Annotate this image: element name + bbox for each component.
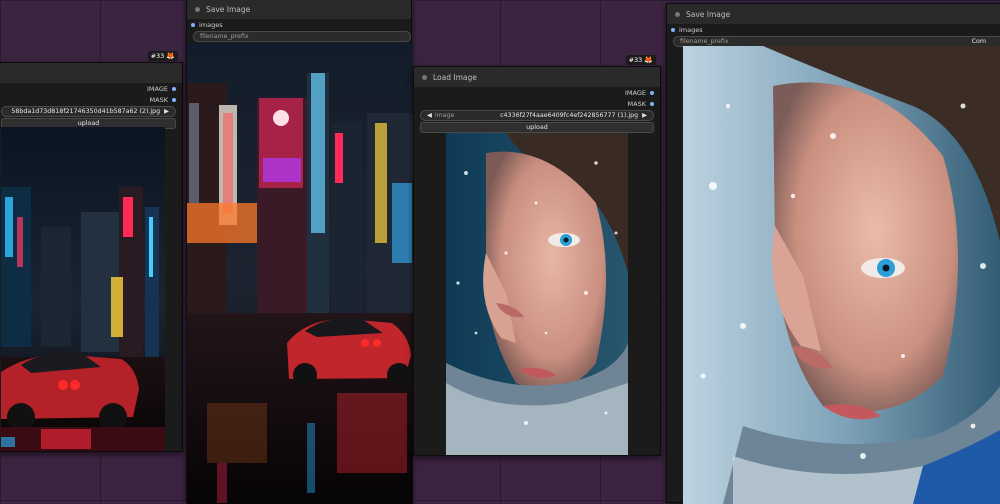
node-title-bar[interactable]: Save Image	[187, 0, 411, 19]
node-title: Save Image	[206, 4, 251, 14]
output-image-slot[interactable]: IMAGE	[414, 87, 660, 98]
load-image-node-1[interactable]: IMAGE MASK 58bda1d73d818f21746350d41b587…	[0, 51, 183, 452]
node-badge: #33 🦊	[147, 51, 178, 61]
portrait-image-output	[683, 46, 1000, 504]
fox-icon: 🦊	[166, 52, 175, 60]
image-filename-combo[interactable]: ◀ image c4336f27f4aae6409fc4ef242856777 …	[420, 110, 654, 121]
node-title-bar[interactable]: Save Image	[667, 4, 1000, 24]
input-images-slot[interactable]: images	[667, 24, 1000, 35]
slot-dot-icon	[650, 90, 654, 95]
node-badge: #33 🦊	[625, 55, 656, 65]
node-title-bar[interactable]: Load Image	[414, 67, 660, 87]
image-filename-combo[interactable]: 58bda1d73d818f21746350d41b587a62 (2).jpg…	[1, 106, 176, 117]
arrow-left-icon[interactable]: ◀	[427, 112, 432, 119]
output-mask-label: MASK	[149, 95, 168, 104]
image-filename-value: c4336f27f4aae6409fc4ef242856777 (1).jpg	[500, 112, 639, 119]
input-images-label: images	[199, 20, 223, 29]
node-title: Save Image	[686, 9, 731, 19]
output-mask-slot[interactable]: MASK	[414, 98, 660, 109]
slot-dot-icon	[172, 86, 176, 91]
input-images-label: images	[679, 25, 703, 34]
image-filename-value: 58bda1d73d818f21746350d41b587a62 (2).jpg	[11, 108, 161, 115]
collapse-dot-icon[interactable]	[675, 11, 680, 17]
filename-prefix-label: filename_prefix	[680, 38, 729, 45]
save-image-node-2[interactable]: Save Image images filename_prefix Com	[666, 3, 1000, 504]
output-mask-label: MASK	[627, 99, 646, 108]
collapse-dot-icon[interactable]	[422, 74, 427, 80]
output-mask-slot[interactable]: MASK	[0, 94, 182, 105]
output-image-slot[interactable]: IMAGE	[0, 83, 182, 94]
arrow-right-icon[interactable]: ▶	[164, 108, 169, 115]
node-id-label: #33	[628, 56, 643, 64]
arrow-right-icon[interactable]: ▶	[642, 112, 647, 119]
slot-dot-icon	[671, 27, 675, 32]
car-image-output	[187, 43, 413, 504]
node-title-bar[interactable]	[0, 63, 182, 83]
fox-icon: 🦊	[644, 56, 653, 64]
load-image-node-2[interactable]: Load Image IMAGE MASK ◀ image c4336f27f4…	[413, 55, 661, 456]
input-images-slot[interactable]: images	[187, 19, 411, 30]
slot-dot-icon	[172, 97, 176, 102]
slot-dot-icon	[191, 22, 195, 27]
car-image-preview	[1, 127, 165, 451]
filename-prefix-label: filename_prefix	[200, 33, 249, 40]
filename-prefix-field[interactable]: filename_prefix	[193, 31, 411, 42]
upload-button[interactable]: upload	[420, 122, 654, 133]
node-id-label: #33	[150, 52, 165, 60]
output-image-label: IMAGE	[146, 84, 168, 93]
portrait-image-preview	[446, 133, 628, 455]
image-widget-label: image	[434, 112, 455, 119]
output-image-label: IMAGE	[624, 88, 646, 97]
slot-dot-icon	[650, 101, 654, 106]
save-image-node-1[interactable]: Save Image images filename_prefix	[186, 0, 413, 504]
node-title: Load Image	[433, 72, 477, 82]
filename-prefix-value: Com	[971, 38, 986, 45]
collapse-dot-icon[interactable]	[195, 6, 200, 12]
